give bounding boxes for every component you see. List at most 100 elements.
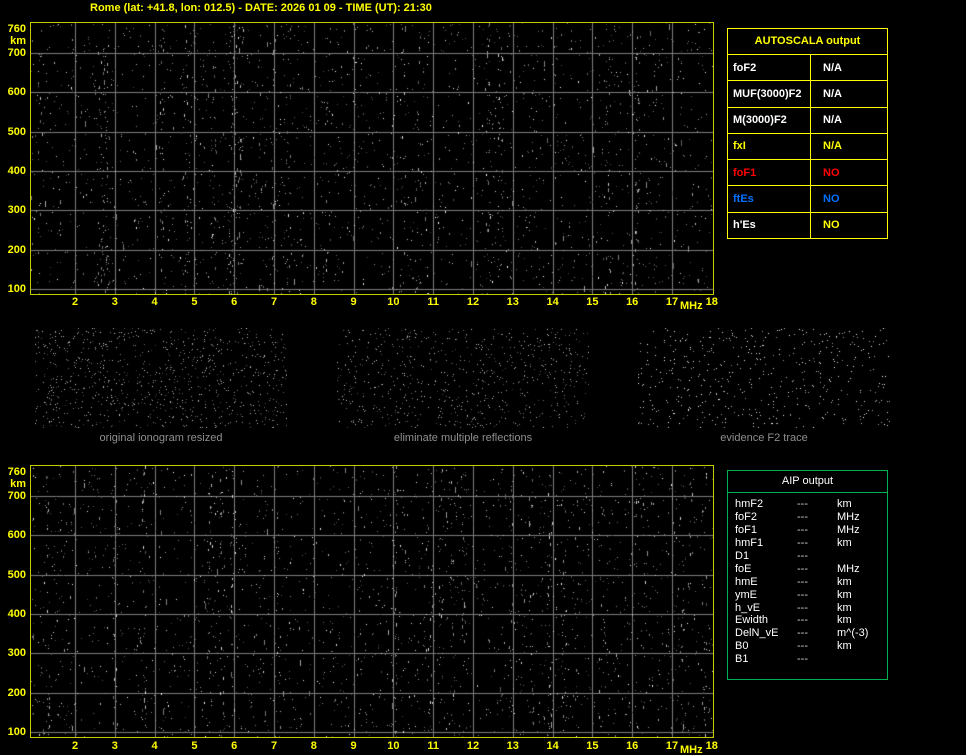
x-tick-label: 3 — [111, 296, 118, 308]
autoscala-param-label: foF1 — [728, 160, 811, 186]
aip-param-value: --- — [797, 588, 808, 601]
y-tick-label: 100 — [7, 283, 26, 295]
y-axis-bottom: 760 km 700 600 500 400 300 200 100 — [0, 465, 28, 738]
y-tick-label: 300 — [7, 647, 26, 660]
x-tick-label: 14 — [546, 296, 559, 308]
x-tick-label: 15 — [586, 740, 599, 752]
x-tick-label: 9 — [350, 740, 357, 752]
aip-param-value: --- — [797, 653, 808, 666]
aip-param-name: D1 — [735, 550, 750, 562]
y-tick-label: 200 — [7, 686, 26, 699]
aip-param-unit: MHz — [837, 524, 860, 537]
autoscala-param-value: NO — [823, 193, 840, 206]
aip-param-name: foF2 — [735, 511, 758, 524]
aip-param-value: --- — [797, 524, 808, 537]
x-axis-unit-bottom: MHz — [680, 744, 703, 755]
autoscala-param-label: M(3000)F2 — [728, 107, 811, 133]
y-tick-label: 700 — [7, 47, 26, 59]
aip-row: hmF1 --- km — [735, 537, 887, 550]
aip-row: hmE --- km — [735, 575, 887, 588]
x-tick-label: 17 — [665, 296, 679, 308]
autoscala-output-table: AUTOSCALA output foF2 N/A MUF(3000)F2 N/A M(… — [727, 28, 888, 239]
aip-row: Ewidth --- km — [735, 614, 887, 627]
y-tick-label: km — [10, 35, 26, 47]
x-tick-label: 2 — [71, 740, 79, 752]
x-tick-label: 9 — [350, 296, 357, 308]
aip-param-name: B1 — [735, 653, 749, 666]
aip-param-unit: km — [837, 498, 852, 511]
panel-label-f2-trace: evidence F2 trace — [720, 432, 808, 444]
x-axis-unit-top: MHz — [680, 300, 703, 312]
station-date-title: Rome (lat: +41.8, lon: 012.5) - DATE: 20… — [90, 2, 432, 14]
aip-param-name: B0 — [735, 640, 749, 653]
aip-param-unit: km — [837, 537, 852, 550]
panel-reflections-canvas — [337, 328, 589, 428]
x-tick-label: 10 — [387, 740, 400, 752]
x-tick-label: 7 — [270, 296, 278, 308]
x-tick-label: 14 — [546, 740, 559, 752]
autoscala-row: fxI N/A — [728, 132, 887, 160]
autoscala-param-value: N/A — [823, 140, 842, 153]
aip-param-value: --- — [797, 627, 808, 640]
autoscala-param-value: N/A — [823, 61, 842, 74]
autoscala-row: h'Es NO — [728, 211, 887, 238]
aip-param-value: --- — [797, 498, 808, 511]
autoscala-param-label: MUF(3000)F2 — [728, 81, 811, 107]
autoscala-param-label: fxI — [728, 133, 811, 160]
aip-row: B1 --- — [735, 653, 887, 666]
x-tick-label: 4 — [151, 740, 158, 752]
aip-row: h_vE --- km — [735, 601, 887, 614]
y-tick-label: 500 — [7, 125, 26, 138]
x-tick-label: 5 — [191, 740, 198, 752]
y-tick-label: 760 — [7, 466, 26, 478]
autoscala-param-label: h'Es — [728, 212, 811, 238]
panel-original-canvas — [35, 328, 287, 428]
panel-label-reflections: eliminate multiple reflections — [393, 432, 533, 444]
x-tick-label: 4 — [151, 296, 158, 308]
y-tick-label: 500 — [7, 568, 26, 581]
autoscala-table-rows: foF2 N/A MUF(3000)F2 N/A M(3000)F2 N/A fxI N/A f… — [728, 54, 887, 238]
autoscala-param-value: N/A — [823, 87, 842, 100]
aip-param-value: --- — [797, 537, 808, 550]
y-tick-label: km — [10, 478, 26, 490]
autoscala-table-title: AUTOSCALA output — [754, 35, 861, 47]
y-tick-label: 400 — [7, 165, 26, 177]
aip-output-table: AIP output hmF2 --- km foF2 --- MHz foF1 --- MHz… — [727, 470, 888, 680]
ionogram-canvas-bottom — [31, 466, 713, 737]
aip-row: foF1 --- MHz — [735, 524, 887, 537]
autoscala-param-value: NO — [823, 166, 840, 179]
x-tick-label: 13 — [506, 740, 519, 752]
autoscala-param-label: ftEs — [728, 186, 811, 212]
aip-param-value: --- — [797, 640, 808, 653]
autoscala-row: MUF(3000)F2 N/A — [728, 80, 887, 107]
aip-param-name: hmE — [735, 575, 758, 588]
autoscala-row: foF1 NO — [728, 159, 887, 186]
aip-row: ymE --- km — [735, 588, 887, 601]
panel-eliminate-reflections — [337, 328, 589, 428]
aip-param-name: ymE — [735, 588, 757, 601]
aip-param-unit: MHz — [837, 511, 860, 524]
aip-row: foF2 --- MHz — [735, 511, 887, 524]
x-tick-label: 8 — [310, 740, 317, 752]
x-tick-label: 16 — [626, 296, 639, 308]
aip-param-value: --- — [797, 511, 808, 524]
aip-row: foE --- MHz — [735, 562, 887, 575]
y-tick-label: 300 — [7, 204, 26, 217]
aip-param-value: --- — [797, 614, 808, 627]
aip-param-unit: MHz — [837, 562, 860, 575]
x-tick-label: 7 — [270, 740, 278, 752]
y-tick-label: 700 — [7, 490, 26, 502]
y-tick-label: 400 — [7, 608, 26, 620]
x-tick-label: 6 — [231, 740, 238, 752]
aip-param-name: h_vE — [735, 601, 761, 614]
x-tick-label: 11 — [427, 740, 440, 752]
x-axis-top: 2 3 4 5 6 7 8 9 10 11 12 13 14 15 16 17 18 — [30, 296, 725, 310]
autoscala-param-value: N/A — [823, 114, 842, 127]
aip-param-name: hmF2 — [735, 498, 764, 511]
aip-param-unit: m^(-3) — [837, 627, 869, 640]
y-tick-label: 100 — [7, 726, 26, 738]
x-tick-label: 11 — [427, 296, 440, 308]
autoscala-row: ftEs NO — [728, 185, 887, 212]
x-tick-label: 10 — [387, 296, 400, 308]
y-tick-label: 600 — [7, 529, 26, 542]
